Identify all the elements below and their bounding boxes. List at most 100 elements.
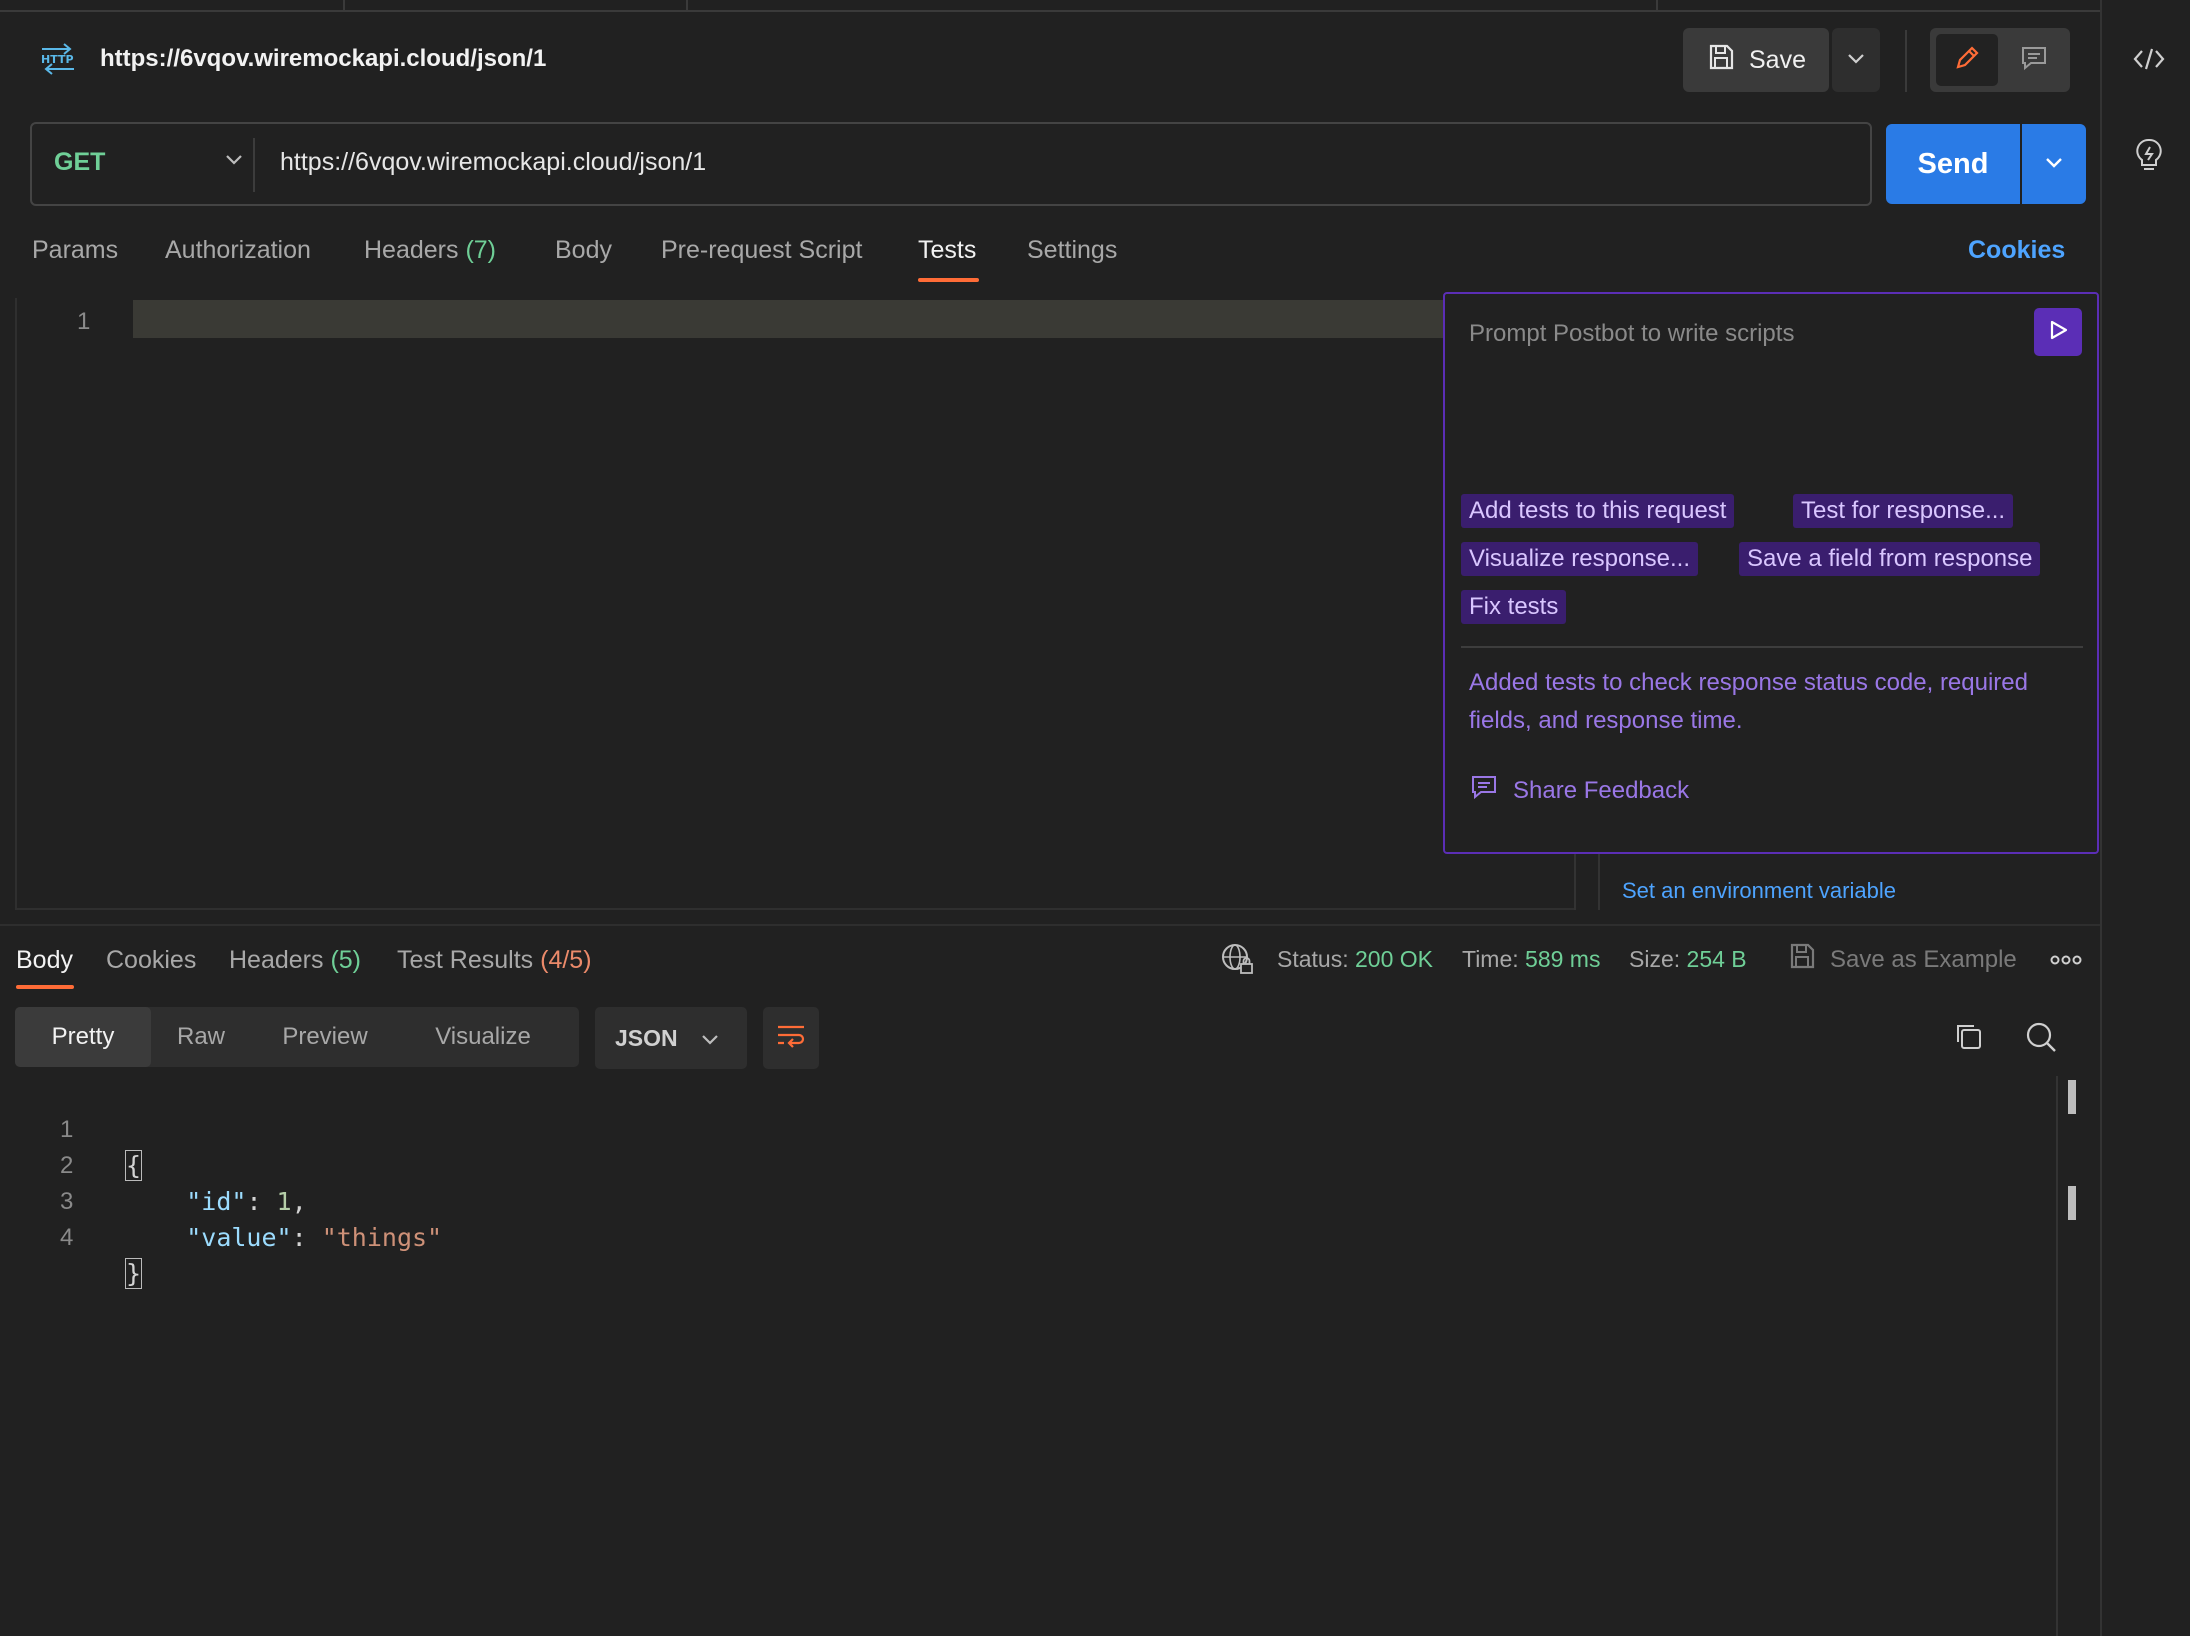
time-value[interactable]: 589 ms (1525, 946, 1600, 972)
chevron-down-icon (700, 1025, 720, 1052)
line-number: 4 (60, 1224, 74, 1251)
tab-authorization[interactable]: Authorization (165, 236, 311, 265)
header-divider (1905, 30, 1907, 92)
response-tab-headers[interactable]: Headers (5) (229, 946, 361, 975)
status-value[interactable]: 200 OK (1355, 946, 1433, 972)
save-icon (1788, 942, 1816, 977)
tab-label: Tests (918, 236, 977, 264)
postbot-suggestion-add-tests[interactable]: Add tests to this request (1461, 494, 1735, 528)
code-line: } (124, 1256, 143, 1292)
save-label: Save (1749, 45, 1806, 74)
code-snippet-icon[interactable] (2132, 42, 2166, 76)
save-as-example-button[interactable]: Save as Example (1788, 942, 2017, 977)
view-mode-toggle (1930, 28, 2070, 92)
format-pretty-button[interactable]: Pretty (15, 1007, 151, 1067)
more-options-icon[interactable] (2050, 946, 2082, 972)
postbot-message: Added tests to check response status cod… (1469, 669, 2028, 734)
tab-count: (7) (465, 236, 497, 264)
time-label: Time: (1462, 946, 1519, 972)
feedback-icon (1469, 772, 1499, 809)
postbot-suggestion-fix-tests[interactable]: Fix tests (1461, 590, 1567, 624)
save-example-label: Save as Example (1830, 945, 2017, 973)
right-sidebar (2100, 0, 2190, 1636)
share-feedback-button[interactable]: Share Feedback (1469, 772, 1689, 809)
status-label: Status: (1277, 946, 1349, 972)
postbot-suggestion-test-response[interactable]: Test for response... (1793, 494, 2014, 528)
save-button[interactable]: Save (1683, 28, 1829, 92)
comments-mode-button[interactable] (2004, 34, 2064, 86)
tab-body[interactable]: Body (555, 236, 612, 265)
code-line: "value": "things" (186, 1223, 443, 1252)
tab-params[interactable]: Params (32, 236, 118, 265)
scrollbar-marker (2068, 1186, 2076, 1220)
postbot-suggestion-save-field[interactable]: Save a field from response (1739, 542, 2041, 576)
postbot-suggestion-visualize[interactable]: Visualize response... (1461, 542, 1699, 576)
active-tab-indicator (918, 278, 979, 282)
comment-icon (2019, 43, 2049, 78)
tab-label: Authorization (165, 236, 311, 264)
url-divider (253, 138, 255, 192)
tab-label: Body (16, 946, 73, 974)
json-key: "value" (186, 1223, 292, 1252)
scrollbar-marker (2068, 1080, 2076, 1114)
size-value[interactable]: 254 B (1687, 946, 1747, 972)
postbot-send-button[interactable] (2034, 308, 2082, 356)
svg-text:HTTP: HTTP (41, 53, 74, 66)
response-tab-body[interactable]: Body (16, 946, 73, 975)
language-select[interactable]: JSON (595, 1007, 747, 1069)
language-label: JSON (615, 1024, 678, 1051)
method-select[interactable]: GET (54, 148, 105, 177)
vertical-scrollbar[interactable] (2056, 1076, 2058, 1636)
tab-label: Test Results (397, 946, 534, 974)
tab-label: Headers (229, 946, 324, 974)
copy-icon[interactable] (1952, 1020, 1986, 1059)
wrap-lines-icon (775, 1022, 807, 1055)
response-size: Size: 254 B (1629, 946, 1747, 973)
url-input[interactable]: https://6vqov.wiremockapi.cloud/json/1 (280, 148, 706, 177)
tab-headers[interactable]: Headers (7) (364, 236, 496, 265)
chevron-down-icon[interactable] (224, 152, 244, 171)
send-dropdown-button[interactable] (2022, 124, 2086, 204)
lightbulb-icon[interactable] (2132, 138, 2166, 172)
postbot-panel: Prompt Postbot to write scripts Add test… (1443, 292, 2099, 854)
tab-tests[interactable]: Tests (918, 236, 976, 265)
cookies-link[interactable]: Cookies (1968, 236, 2065, 265)
current-line-highlight (133, 300, 1463, 338)
save-dropdown-button[interactable] (1832, 28, 1880, 92)
tab-count: (4/5) (540, 946, 592, 974)
pencil-icon (1952, 43, 1982, 78)
format-visualize-button[interactable]: Visualize (399, 1007, 567, 1067)
tab-label: Settings (1027, 236, 1118, 264)
tab-label: Pre-request Script (661, 236, 863, 264)
send-button[interactable]: Send (1886, 124, 2020, 204)
tab-pre-request-script[interactable]: Pre-request Script (661, 236, 862, 265)
tab-strip (0, 0, 2100, 12)
format-preview-button[interactable]: Preview (251, 1007, 399, 1067)
response-tab-test-results[interactable]: Test Results (4/5) (397, 946, 592, 975)
http-icon: HTTP (38, 42, 78, 76)
chevron-down-icon (2044, 155, 2064, 174)
edit-mode-button[interactable] (1936, 34, 1998, 86)
tab-label: Headers (364, 236, 459, 264)
test-script-editor[interactable]: 1 (15, 298, 1575, 910)
format-raw-button[interactable]: Raw (151, 1007, 251, 1067)
tab-label: Body (555, 236, 612, 264)
tab-label: Params (32, 236, 119, 264)
json-value: "things" (321, 1223, 443, 1252)
postbot-prompt-input[interactable]: Prompt Postbot to write scripts (1469, 320, 1794, 348)
response-tab-cookies[interactable]: Cookies (106, 946, 196, 975)
play-icon (2046, 318, 2070, 347)
request-title[interactable]: https://6vqov.wiremockapi.cloud/json/1 (100, 42, 546, 76)
snippet-set-env-variable[interactable]: Set an environment variable (1622, 878, 1896, 904)
chevron-down-icon (1846, 51, 1866, 70)
network-globe-icon[interactable] (1220, 942, 1254, 981)
wrap-lines-button[interactable] (763, 1007, 819, 1069)
tab-label: Cookies (106, 946, 197, 974)
response-body-viewer[interactable]: 1 { 2 "id": 1, 3 "value": "things" 4 } (0, 1076, 2060, 1636)
tab-settings[interactable]: Settings (1027, 236, 1117, 265)
postbot-divider (1461, 646, 2083, 648)
size-label: Size: (1629, 946, 1681, 972)
save-icon (1707, 43, 1735, 78)
search-icon[interactable] (2024, 1020, 2058, 1059)
tab-count: (5) (330, 946, 362, 974)
